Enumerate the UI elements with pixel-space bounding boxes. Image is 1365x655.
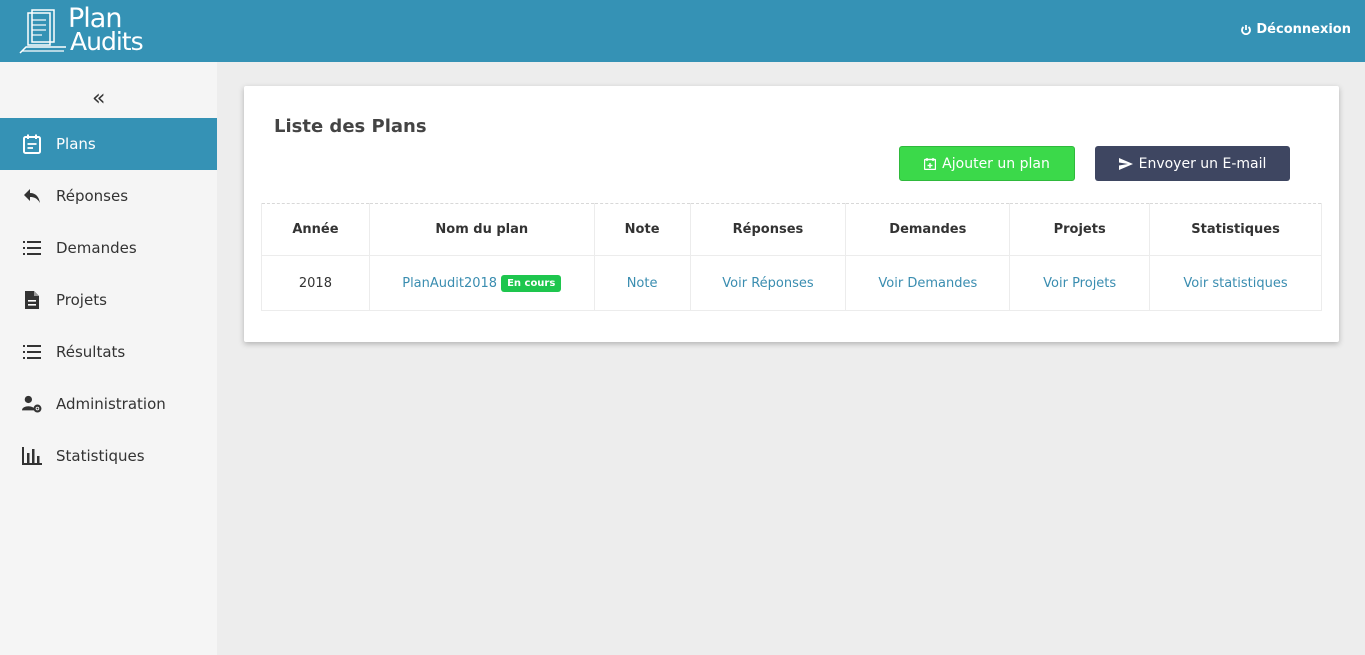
plan-name-cell: PlanAudit2018 En cours: [368, 255, 595, 311]
sidebar-item-statistiques[interactable]: Statistiques: [0, 430, 217, 482]
sidebar-item-resultats[interactable]: Résultats: [0, 326, 217, 378]
top-bar: Plan Audits Déconnexion: [0, 0, 1365, 62]
plans-card: Liste des Plans Ajouter un plan Envoyer …: [244, 86, 1339, 342]
sidebar-item-label: Statistiques: [56, 447, 145, 465]
requests-cell: Voir Demandes: [845, 255, 1011, 311]
send-email-button[interactable]: Envoyer un E-mail: [1095, 146, 1290, 181]
note-link[interactable]: Note: [627, 276, 658, 291]
column-header-demandes: Demandes: [845, 203, 1011, 256]
sidebar: « Plans Réponses Demandes Projets Résult…: [0, 62, 217, 655]
view-responses-link[interactable]: Voir Réponses: [722, 276, 813, 291]
sidebar-item-reponses[interactable]: Réponses: [0, 170, 217, 222]
note-cell: Note: [593, 255, 691, 311]
sidebar-item-administration[interactable]: Administration: [0, 378, 217, 430]
status-badge: En cours: [501, 274, 562, 292]
sidebar-item-label: Résultats: [56, 343, 126, 361]
plans-table: Année Nom du plan Note Réponses Demandes…: [261, 203, 1322, 311]
logo-text-audits: Audits: [70, 27, 144, 56]
sidebar-item-label: Réponses: [56, 187, 129, 205]
sidebar-item-label: Projets: [56, 291, 107, 309]
collapse-sidebar-icon[interactable]: «: [92, 88, 105, 110]
plan-name-link[interactable]: PlanAudit2018: [402, 276, 497, 291]
column-header-projets: Projets: [1009, 203, 1151, 256]
view-statistics-link[interactable]: Voir statistiques: [1183, 276, 1287, 291]
column-header-reponses: Réponses: [689, 203, 847, 256]
projects-cell: Voir Projets: [1009, 255, 1151, 311]
column-header-statistiques: Statistiques: [1149, 203, 1322, 256]
sidebar-item-demandes[interactable]: Demandes: [0, 222, 217, 274]
column-header-annee: Année: [261, 203, 370, 256]
column-header-nom-du-plan: Nom du plan: [368, 203, 595, 256]
add-plan-label: Ajouter un plan: [942, 155, 1050, 172]
plan-audits-logo[interactable]: Plan Audits: [18, 3, 148, 57]
send-icon: [1118, 157, 1133, 170]
calendar-icon: [22, 134, 42, 154]
add-plan-button[interactable]: Ajouter un plan: [899, 146, 1075, 181]
calendar-plus-icon: [924, 157, 937, 170]
sidebar-item-label: Demandes: [56, 239, 137, 257]
clipboard-logo-icon: [19, 9, 66, 54]
responses-cell: Voir Réponses: [689, 255, 847, 311]
logout-label: Déconnexion: [1256, 22, 1351, 37]
send-email-label: Envoyer un E-mail: [1138, 155, 1267, 172]
table-row: 2018 PlanAudit2018 En cours Note Voir Rép…: [261, 255, 1322, 311]
stats-cell: Voir statistiques: [1149, 255, 1322, 311]
power-icon: [1241, 24, 1252, 35]
list-icon: [22, 342, 42, 362]
list-icon: [22, 238, 42, 258]
column-header-note: Note: [593, 203, 691, 256]
document-icon: [22, 290, 42, 310]
year-cell: 2018: [261, 255, 370, 311]
bar-chart-icon: [22, 446, 42, 466]
reply-icon: [22, 186, 42, 206]
page-title: Liste des Plans: [274, 116, 427, 137]
view-projects-link[interactable]: Voir Projets: [1043, 276, 1116, 291]
sidebar-item-label: Plans: [56, 135, 96, 153]
sidebar-item-projets[interactable]: Projets: [0, 274, 217, 326]
view-requests-link[interactable]: Voir Demandes: [878, 276, 977, 291]
table-header-row: Année Nom du plan Note Réponses Demandes…: [261, 203, 1322, 256]
sidebar-item-label: Administration: [56, 395, 166, 413]
sidebar-item-plans[interactable]: Plans: [0, 118, 217, 170]
logout-button[interactable]: Déconnexion: [1240, 22, 1351, 37]
user-settings-icon: [22, 394, 42, 414]
